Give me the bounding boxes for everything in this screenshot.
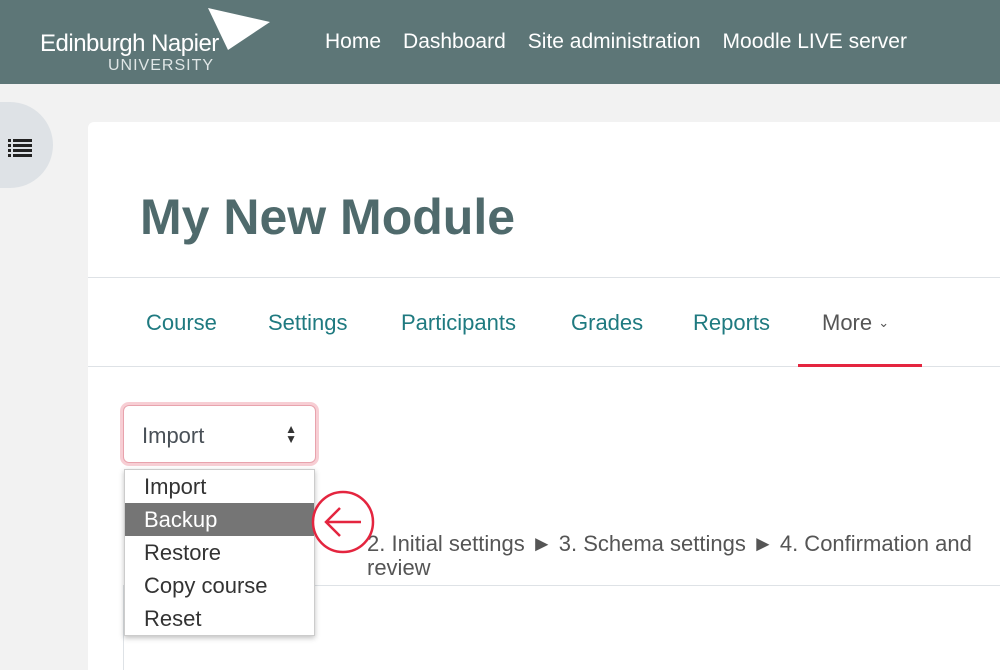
nav-home[interactable]: Home — [325, 30, 381, 54]
logo-subtext: UNIVERSITY — [108, 57, 215, 74]
nav-site-administration[interactable]: Site administration — [528, 30, 701, 54]
option-restore[interactable]: Restore — [125, 536, 314, 569]
select-dropdown: Import Backup Restore Copy course Reset — [124, 469, 315, 636]
tertiary-navigation-select[interactable]: Import ▲ ▼ — [123, 405, 316, 463]
select-value: Import — [142, 423, 205, 448]
nav-dashboard[interactable]: Dashboard — [403, 30, 506, 54]
option-reset[interactable]: Reset — [125, 602, 314, 635]
active-tab-indicator — [798, 364, 922, 367]
secondary-navigation: Course Settings Participants Grades Repo… — [88, 277, 1000, 367]
navbar: Edinburgh Napier UNIVERSITY Home Dashboa… — [0, 0, 1000, 84]
tab-grades[interactable]: Grades — [571, 310, 643, 336]
tab-participants[interactable]: Participants — [401, 310, 516, 336]
tab-more-label: More — [822, 310, 873, 335]
annotation-arrow-icon — [311, 490, 375, 554]
option-backup[interactable]: Backup — [125, 503, 314, 536]
option-copy-course[interactable]: Copy course — [125, 569, 314, 602]
university-logo[interactable]: Edinburgh Napier UNIVERSITY — [40, 8, 280, 76]
option-import[interactable]: Import — [125, 470, 314, 503]
tab-settings[interactable]: Settings — [268, 310, 348, 336]
list-icon — [8, 139, 32, 157]
import-steps: 2. Initial settings ► 3. Schema settings… — [367, 531, 972, 580]
logo-arrow-icon — [208, 8, 270, 50]
course-index-toggle[interactable] — [0, 102, 53, 188]
nav-moodle-live-server[interactable]: Moodle LIVE server — [723, 30, 907, 54]
page-title: My New Module — [140, 189, 516, 245]
sort-arrows-icon: ▲ ▼ — [285, 422, 297, 446]
tab-more[interactable]: More ⌄ — [822, 310, 889, 336]
tab-reports[interactable]: Reports — [693, 310, 770, 336]
chevron-down-icon: ⌄ — [878, 315, 890, 330]
logo-text: Edinburgh Napier — [40, 30, 219, 57]
tab-course[interactable]: Course — [146, 310, 217, 336]
